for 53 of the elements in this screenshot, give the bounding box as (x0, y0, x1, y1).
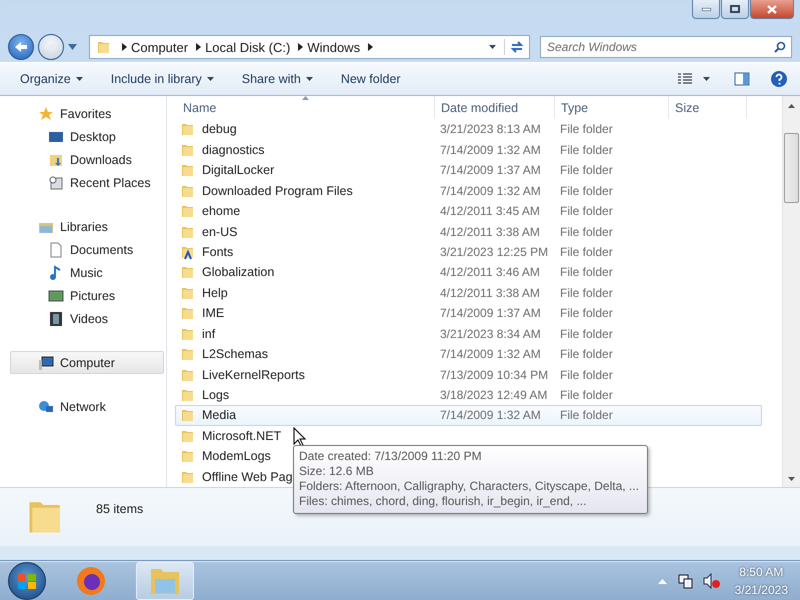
file-name: en-US (176, 224, 238, 240)
item-count: 85 items (96, 502, 144, 516)
tooltip-line: Folders: Afternoon, Calligraphy, Characters, Cityscape, Delta, ... (299, 479, 639, 494)
file-name: debug (176, 121, 237, 138)
tooltip-line: Files: chimes, chord, ding, flourish, ir_begin, ir_end, ... (299, 494, 588, 509)
file-type: File folder (559, 204, 614, 218)
file-name: Fonts (176, 244, 234, 260)
file-type: File folder (559, 326, 614, 341)
file-type: File folder (559, 122, 614, 136)
file-type: File folder (559, 163, 614, 178)
tooltip-line: Size: 12.6 MB (299, 464, 375, 479)
file-name: diagnostics (176, 142, 265, 158)
file-name: LiveKernelReports (176, 366, 305, 383)
file-name: Microsoft.NET (176, 428, 282, 444)
file-name: Help (176, 284, 228, 301)
file-type: File folder (559, 184, 614, 198)
date-modified: 7/14/2009 1:37 AM (439, 163, 542, 178)
file-type: File folder (559, 408, 614, 422)
date-modified: 7/14/2009 1:37 AM (439, 306, 542, 320)
file-name: Logs (176, 386, 230, 403)
file-type: File folder (559, 306, 614, 320)
file-name: Globalization (176, 264, 274, 280)
tooltip-line: Date created: 7/13/2009 11:20 PM (299, 449, 483, 464)
date-modified: 7/14/2009 1:32 AM (439, 142, 542, 157)
file-name: Offline Web Pag (176, 468, 293, 485)
date-modified: 4/12/2011 3:46 AM (439, 265, 541, 280)
file-type: File folder (559, 265, 614, 280)
date-modified: 7/14/2009 1:32 AM (439, 347, 542, 362)
date-modified: 4/12/2011 3:38 AM (439, 286, 541, 300)
date-modified: 7/14/2009 1:32 AM (439, 184, 542, 198)
file-name: L2Schemas (176, 346, 268, 362)
date-modified: 3/21/2023 8:34 AM (439, 326, 542, 341)
date-modified: 3/18/2023 12:49 AM (439, 388, 548, 402)
file-name: ModemLogs (176, 448, 271, 464)
file-type: File folder (559, 286, 614, 300)
file-type: File folder (559, 388, 614, 402)
file-name: IME (176, 305, 224, 322)
file-type: File folder (559, 368, 614, 382)
file-type: File folder (559, 347, 614, 362)
file-name: Downloaded Program Files (176, 182, 353, 199)
file-name: inf (176, 326, 216, 342)
date-modified: 4/12/2011 3:45 AM (439, 204, 541, 218)
date-modified: 3/21/2023 8:13 AM (439, 122, 542, 136)
file-name: DigitalLocker (176, 162, 274, 178)
file-type: File folder (559, 142, 614, 157)
file-name: ehome (176, 203, 240, 220)
date-modified: 3/21/2023 12:25 PM (439, 245, 550, 260)
date-modified: 7/14/2009 1:32 AM (439, 408, 542, 422)
file-type: File folder (559, 224, 614, 239)
date-modified: 4/12/2011 3:38 AM (439, 224, 541, 239)
file-name: Media (176, 407, 236, 424)
date-modified: 7/13/2009 10:34 PM (439, 368, 550, 382)
file-type: File folder (559, 245, 614, 260)
